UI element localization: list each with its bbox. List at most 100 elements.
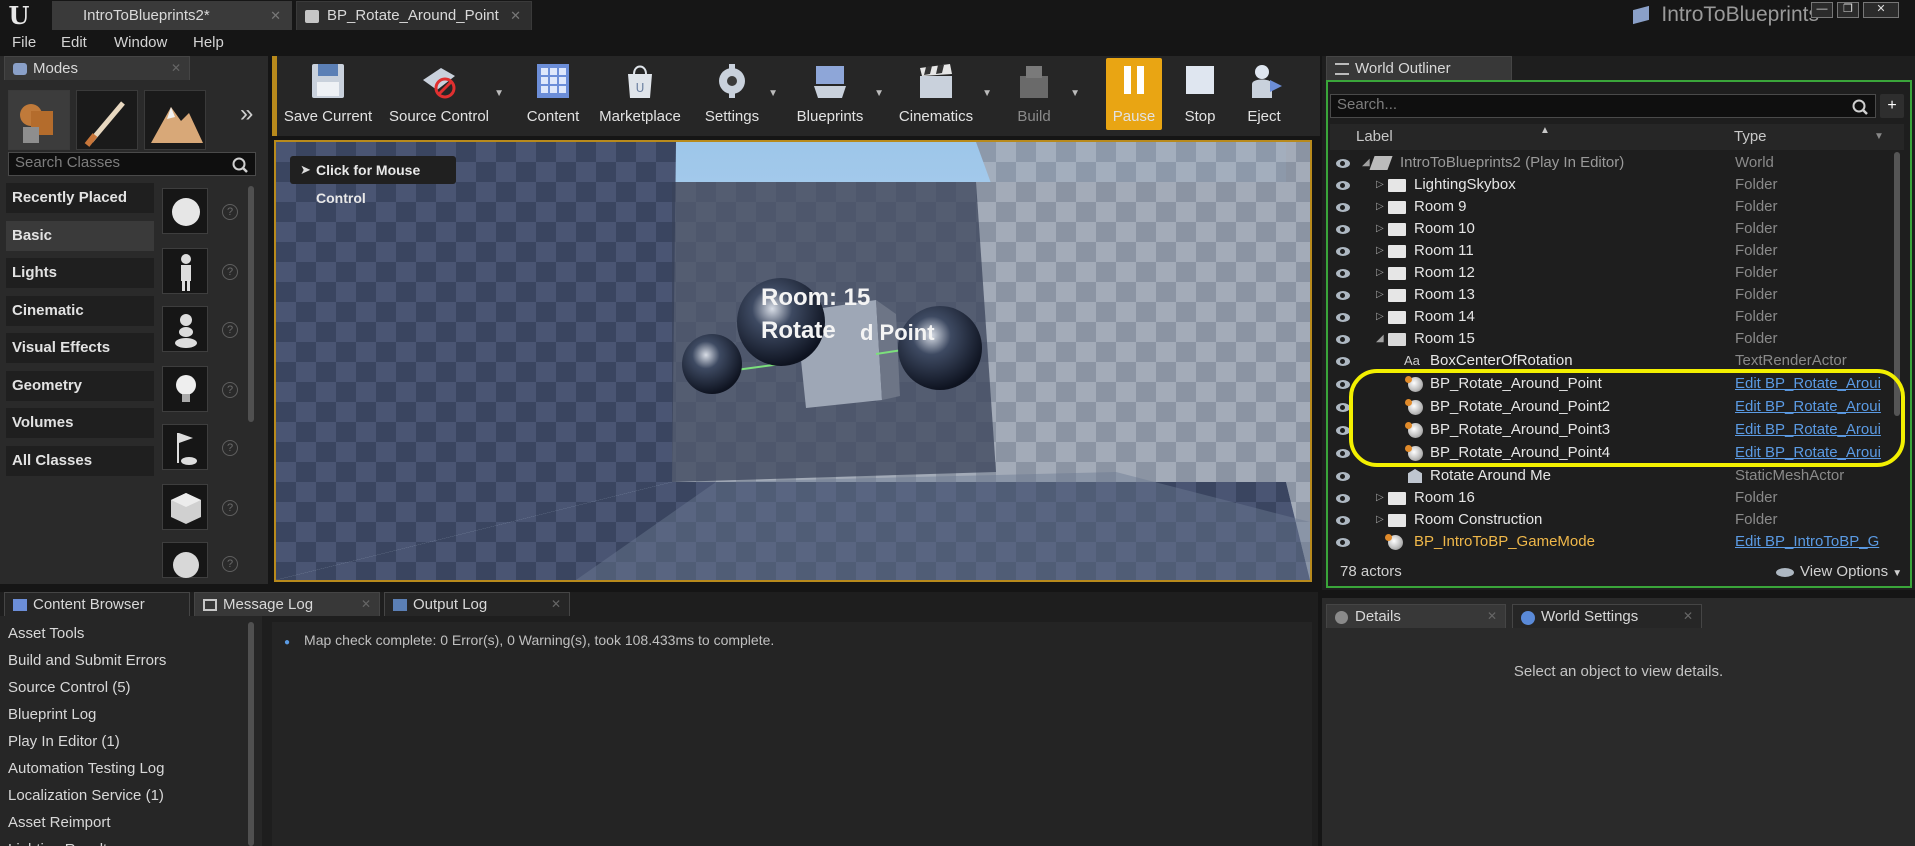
doc-tab-blueprint[interactable]: BP_Rotate_Around_Point ✕ bbox=[296, 1, 532, 30]
menu-window[interactable]: Window bbox=[114, 34, 167, 51]
visibility-eye-icon[interactable] bbox=[1336, 357, 1350, 366]
minimize-button[interactable]: — bbox=[1811, 2, 1833, 18]
help-icon[interactable]: ? bbox=[222, 322, 238, 338]
level-viewport[interactable]: ➤ Click for Mouse Control Room: 15 Rotat… bbox=[274, 140, 1312, 582]
category-recently-placed[interactable]: Recently Placed bbox=[6, 183, 154, 213]
mouse-control-button[interactable]: ➤ Click for Mouse Control bbox=[290, 156, 456, 206]
category-geometry[interactable]: Geometry bbox=[6, 371, 154, 401]
expand-arrow-icon[interactable]: ▷ bbox=[1376, 306, 1384, 328]
category-lights[interactable]: Lights bbox=[6, 258, 154, 288]
close-icon[interactable]: ✕ bbox=[1487, 605, 1497, 628]
log-category-item[interactable]: Play In Editor (1) bbox=[8, 733, 120, 750]
visibility-eye-icon[interactable] bbox=[1336, 516, 1350, 525]
expand-arrow-icon[interactable]: ▷ bbox=[1376, 284, 1384, 306]
tab-output-log[interactable]: Output Log ✕ bbox=[384, 592, 570, 616]
expand-arrow-icon[interactable]: ▷ bbox=[1376, 487, 1384, 509]
blueprints-button[interactable]: Blueprints ▼ bbox=[790, 58, 884, 128]
menu-edit[interactable]: Edit bbox=[61, 34, 87, 51]
landscape-mode-button[interactable] bbox=[144, 90, 206, 150]
expand-arrow-icon[interactable]: ▷ bbox=[1376, 262, 1384, 284]
close-window-button[interactable]: ✕ bbox=[1863, 2, 1899, 18]
dropdown-arrow-icon[interactable]: ▼ bbox=[874, 88, 884, 99]
save-current-button[interactable]: Save Current bbox=[280, 58, 376, 128]
place-empty-actor[interactable] bbox=[162, 188, 208, 234]
close-icon[interactable]: ✕ bbox=[510, 2, 521, 30]
close-icon[interactable]: ✕ bbox=[551, 593, 561, 616]
scrollbar[interactable] bbox=[248, 622, 254, 846]
visibility-eye-icon[interactable] bbox=[1336, 313, 1350, 322]
stop-button[interactable]: Stop bbox=[1172, 58, 1228, 128]
log-category-item[interactable]: Blueprint Log bbox=[8, 706, 96, 723]
visibility-eye-icon[interactable] bbox=[1336, 538, 1350, 547]
log-category-item[interactable]: Build and Submit Errors bbox=[8, 652, 166, 669]
outliner-row[interactable]: BP_IntroToBP_GameMode Edit BP_IntroToBP_G bbox=[1330, 531, 1888, 553]
outliner-row[interactable]: ▷ Room 14 Folder bbox=[1330, 306, 1888, 328]
visibility-eye-icon[interactable] bbox=[1336, 225, 1350, 234]
place-player-start[interactable] bbox=[162, 424, 208, 470]
category-volumes[interactable]: Volumes bbox=[6, 408, 154, 438]
category-visual-effects[interactable]: Visual Effects bbox=[6, 333, 154, 363]
help-icon[interactable]: ? bbox=[222, 204, 238, 220]
more-modes-chevron-icon[interactable]: » bbox=[240, 100, 253, 128]
column-menu-icon[interactable]: ▼ bbox=[1874, 124, 1884, 150]
outliner-row[interactable]: ▷ LightingSkybox Folder bbox=[1330, 174, 1888, 196]
tab-message-log[interactable]: Message Log ✕ bbox=[194, 592, 380, 616]
tab-details[interactable]: Details ✕ bbox=[1326, 604, 1506, 628]
tab-world-settings[interactable]: World Settings ✕ bbox=[1512, 604, 1702, 628]
log-category-item[interactable]: Asset Reimport bbox=[8, 814, 111, 831]
visibility-eye-icon[interactable] bbox=[1336, 291, 1350, 300]
dropdown-arrow-icon[interactable]: ▼ bbox=[982, 88, 992, 99]
tab-modes[interactable]: Modes ✕ bbox=[4, 56, 190, 80]
tab-world-outliner[interactable]: World Outliner bbox=[1326, 56, 1512, 80]
category-basic[interactable]: Basic bbox=[6, 221, 154, 251]
menu-help[interactable]: Help bbox=[193, 34, 224, 51]
dropdown-arrow-icon[interactable]: ▼ bbox=[494, 88, 504, 99]
category-cinematic[interactable]: Cinematic bbox=[6, 296, 154, 326]
place-mode-button[interactable] bbox=[8, 90, 70, 150]
content-button[interactable]: Content bbox=[520, 58, 586, 128]
doc-tab-level[interactable]: IntroToBlueprints2* ✕ bbox=[52, 1, 292, 30]
column-type[interactable]: Type bbox=[1734, 124, 1767, 150]
settings-button[interactable]: Settings ▼ bbox=[700, 58, 778, 128]
outliner-row[interactable]: ▷ Room 12 Folder bbox=[1330, 262, 1888, 284]
outliner-row[interactable]: ▷ Room 9 Folder bbox=[1330, 196, 1888, 218]
outliner-row[interactable]: Rotate Around Me StaticMeshActor bbox=[1330, 465, 1888, 487]
eject-button[interactable]: Eject bbox=[1236, 58, 1292, 128]
close-icon[interactable]: ✕ bbox=[171, 57, 181, 80]
place-cube[interactable] bbox=[162, 484, 208, 530]
expand-arrow-icon[interactable]: ▷ bbox=[1376, 240, 1384, 262]
close-icon[interactable]: ✕ bbox=[361, 593, 371, 616]
marketplace-button[interactable]: U Marketplace bbox=[594, 58, 686, 128]
log-category-item[interactable]: Source Control (5) bbox=[8, 679, 131, 696]
visibility-eye-icon[interactable] bbox=[1336, 335, 1350, 344]
outliner-row-type[interactable]: Edit BP_IntroToBP_G bbox=[1735, 531, 1879, 553]
outliner-row[interactable]: ◢ Room 15 Folder bbox=[1330, 328, 1888, 350]
build-button[interactable]: Build ▼ bbox=[1002, 58, 1080, 128]
expand-arrow-icon[interactable]: ▷ bbox=[1376, 509, 1384, 531]
dropdown-arrow-icon[interactable]: ▼ bbox=[1070, 88, 1080, 99]
category-all-classes[interactable]: All Classes bbox=[6, 446, 154, 476]
tab-content-browser[interactable]: Content Browser bbox=[4, 592, 190, 616]
log-message[interactable]: ● Map check complete: 0 Error(s), 0 Warni… bbox=[284, 632, 774, 648]
add-actor-button[interactable]: + bbox=[1880, 94, 1904, 118]
scrollbar[interactable] bbox=[248, 186, 254, 422]
visibility-eye-icon[interactable] bbox=[1336, 203, 1350, 212]
unreal-logo-icon[interactable]: U bbox=[4, 1, 34, 30]
place-character[interactable] bbox=[162, 248, 208, 294]
help-icon[interactable]: ? bbox=[222, 500, 238, 516]
help-icon[interactable]: ? bbox=[222, 264, 238, 280]
visibility-eye-icon[interactable] bbox=[1336, 494, 1350, 503]
outliner-row[interactable]: ▷ Room 13 Folder bbox=[1330, 284, 1888, 306]
visibility-eye-icon[interactable] bbox=[1336, 472, 1350, 481]
log-category-item[interactable]: Lighting Results bbox=[8, 841, 115, 846]
outliner-row[interactable]: ▷ Room 11 Folder bbox=[1330, 240, 1888, 262]
view-options-button[interactable]: View Options ▼ bbox=[1776, 560, 1902, 586]
dropdown-arrow-icon[interactable]: ▼ bbox=[768, 88, 778, 99]
outliner-search-input[interactable]: Search... bbox=[1330, 94, 1876, 118]
close-icon[interactable]: ✕ bbox=[1683, 605, 1693, 628]
outliner-row[interactable]: ▷ Room 10 Folder bbox=[1330, 218, 1888, 240]
visibility-eye-icon[interactable] bbox=[1336, 269, 1350, 278]
maximize-button[interactable]: ❐ bbox=[1837, 2, 1859, 18]
close-icon[interactable]: ✕ bbox=[270, 2, 281, 30]
log-category-item[interactable]: Asset Tools bbox=[8, 625, 84, 642]
